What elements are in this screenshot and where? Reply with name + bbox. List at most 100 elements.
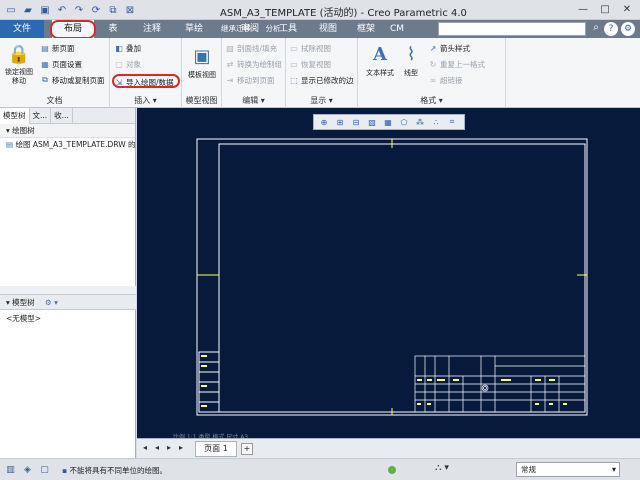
show-modified-edges-button[interactable]: ⬚ 显示已修改的边 — [289, 74, 353, 86]
window-controls: — □ ✕ — [572, 0, 638, 18]
new-page-button[interactable]: ▤ 新页面 — [40, 42, 74, 54]
minimize-button[interactable]: — — [572, 0, 594, 18]
title-block — [414, 355, 586, 413]
redo-icon[interactable]: ↷ — [72, 3, 86, 17]
quick-access-toolbar: ▭ ▰ ▣ ↶ ↷ ⟳ ⧉ ⊠ — [4, 3, 137, 17]
tab-annotate[interactable]: 注释 — [134, 20, 170, 38]
status-icons: ▥ ◈ ▢ — [4, 463, 51, 476]
left-revision-block — [198, 351, 220, 413]
convert-icon: ⇄ — [226, 59, 234, 69]
repeat-format-button[interactable]: ↻ 重复上一格式 — [428, 58, 485, 70]
group-label-document: 文档 — [46, 96, 63, 105]
windows-icon[interactable]: ⧉ — [106, 3, 120, 17]
save-icon[interactable]: ▣ — [38, 3, 52, 17]
new-file-icon[interactable]: ▭ — [4, 3, 18, 17]
selection-filter-dropdown[interactable]: 常规 — [516, 462, 620, 477]
selection-filter-icon[interactable]: ⛬ ▾ — [432, 463, 452, 476]
navigator-tabs: 模型树 文... 收... — [0, 108, 135, 124]
tab-favorites[interactable]: 收... — [51, 108, 73, 124]
sheet-outer-border — [196, 138, 588, 416]
tab-file[interactable]: 文件 — [0, 20, 44, 38]
group-label-display[interactable]: 显示 ▾ — [286, 95, 357, 106]
title-block-marks — [201, 355, 567, 407]
object-button[interactable]: ▢ 对象 — [114, 58, 141, 70]
group-edit: ▨ 剖面线/填充 ⇄ 转换为绘制组 ⇥ 移动到页面 编辑 ▾ — [222, 38, 286, 108]
no-model-item: <无模型> — [6, 314, 42, 323]
tab-folder-browser[interactable]: 文... — [30, 108, 52, 124]
fullscreen-icon[interactable]: ▢ — [38, 463, 51, 476]
status-bar: ▥ ◈ ▢ ▪ 不能将具有不同单位的绘图。 ⛬ ▾ 常规 — [0, 458, 640, 480]
group-label-edit[interactable]: 编辑 ▾ — [222, 95, 285, 106]
move-copy-page-button[interactable]: ⧉ 移动或复制页面 — [40, 74, 104, 86]
tab-sketch[interactable]: 草绘 — [176, 20, 212, 38]
erase-view-button[interactable]: ▭ 拭除视图 — [289, 42, 331, 54]
drawing-tree-header[interactable]: ▾ 绘图树 — [0, 124, 135, 138]
new-page-icon: ▤ — [41, 43, 49, 53]
model-tree-header[interactable]: ▾ 模型树 ⚙ ▾ — [0, 294, 136, 310]
tab-review[interactable]: 审阅 — [232, 20, 268, 38]
move-to-page-button[interactable]: ⇥ 移动到页面 — [225, 74, 275, 86]
group-label-format[interactable]: 格式 ▾ — [358, 95, 505, 106]
navigator-panel: 模型树 文... 收... ▾ 绘图树 ▤ 绘图 ASM_A3_TEMPLATE… — [0, 108, 136, 458]
next-page-icon[interactable]: ▸ — [167, 443, 171, 452]
overlay-button[interactable]: ◧ 叠加 — [114, 42, 141, 54]
erase-view-icon: ▭ — [290, 43, 298, 53]
lock-icon: 🔒 — [7, 43, 31, 65]
resume-view-icon: ▭ — [290, 59, 298, 69]
search-icon[interactable]: ⌕ — [589, 22, 603, 36]
prev-page-icon[interactable]: ◂ — [155, 443, 159, 452]
model-tree-settings-icon[interactable]: ⚙ ▾ — [45, 298, 58, 307]
line-style-button[interactable]: ⌇ 线型 — [398, 42, 424, 78]
tab-model-tree-nav[interactable]: 模型树 — [0, 108, 30, 124]
hyperlink-icon: ∞ — [429, 75, 437, 85]
arrow-style-button[interactable]: ↗ 箭头样式 — [428, 42, 470, 54]
hyperlink-button[interactable]: ∞ 超链接 — [428, 74, 463, 86]
browser-toggle-icon[interactable]: ◈ — [21, 463, 34, 476]
regenerate-icon[interactable]: ⟳ — [89, 3, 103, 17]
settings-icon[interactable]: ⚙ — [621, 22, 635, 36]
help-icon[interactable]: ? — [604, 22, 618, 36]
hatch-icon: ▨ — [226, 43, 234, 53]
add-page-button[interactable]: + — [241, 443, 253, 455]
general-view-button[interactable]: ▣ 模板视图 — [185, 44, 219, 80]
arrow-style-icon: ↗ — [429, 43, 437, 53]
drawing-tree-item[interactable]: ▤ 绘图 ASM_A3_TEMPLATE.DRW 的页 — [0, 138, 135, 152]
close-window-icon[interactable]: ⊠ — [123, 3, 137, 17]
tab-tools[interactable]: 工具 — [272, 20, 304, 38]
object-icon: ▢ — [115, 59, 123, 69]
resume-view-button[interactable]: ▭ 恢复视图 — [289, 58, 331, 70]
regen-status-indicator — [388, 466, 396, 474]
close-button[interactable]: ✕ — [616, 0, 638, 18]
navigator-toggle-icon[interactable]: ▥ — [4, 463, 17, 476]
text-style-button[interactable]: A 文本样式 — [362, 42, 398, 78]
page-setup-button[interactable]: ▦ 页面设置 — [40, 58, 82, 70]
tab-frame[interactable]: 框架 — [352, 20, 380, 38]
maximize-button[interactable]: □ — [594, 0, 616, 18]
line-style-icon: ⌇ — [406, 43, 416, 65]
undo-icon[interactable]: ↶ — [55, 3, 69, 17]
tab-view[interactable]: 视图 — [312, 20, 344, 38]
first-page-icon[interactable]: ◂ — [143, 443, 147, 452]
open-folder-icon[interactable]: ▰ — [21, 3, 35, 17]
ribbon-panel: 🔒 锁定视图移动 ▤ 新页面 ▦ 页面设置 ⧉ 移动或复制页面 文档 ◧ 叠加 … — [0, 38, 640, 108]
repeat-format-icon: ↻ — [429, 59, 437, 69]
horizontal-scrollbar[interactable] — [0, 286, 136, 294]
page-setup-icon: ▦ — [41, 59, 49, 69]
group-label-insert[interactable]: 插入 ▾ — [110, 95, 181, 106]
search-input[interactable] — [438, 22, 586, 36]
title-bar: ▭ ▰ ▣ ↶ ↷ ⟳ ⧉ ⊠ ASM_A3_TEMPLATE (活动的) - … — [0, 0, 640, 20]
group-display: ▭ 拭除视图 ▭ 恢复视图 ⬚ 显示已修改的边 显示 ▾ — [286, 38, 358, 108]
convert-to-sketch-button[interactable]: ⇄ 转换为绘制组 — [225, 58, 282, 70]
page-tab-1[interactable]: 页面 1 — [195, 441, 237, 457]
last-page-icon[interactable]: ▸ — [179, 443, 183, 452]
lock-view-move-button[interactable]: 🔒 锁定视图移动 — [2, 42, 36, 86]
tab-cm[interactable]: CM — [384, 20, 410, 38]
group-document: 🔒 锁定视图移动 ▤ 新页面 ▦ 页面设置 ⧉ 移动或复制页面 文档 — [0, 38, 110, 108]
tab-table[interactable]: 表 — [100, 20, 126, 38]
general-view-icon: ▣ — [193, 45, 211, 67]
move-copy-page-icon: ⧉ — [42, 75, 48, 84]
graphics-window[interactable]: ⊕ ⊞ ⊟ ▧ ▦ ⬠ ⁂ ∴ ⌗ — [137, 108, 640, 441]
section-fill-button[interactable]: ▨ 剖面线/填充 — [225, 42, 277, 54]
group-label-model-views: 模型视图 — [185, 96, 218, 105]
layout-tab-highlight — [50, 20, 96, 39]
